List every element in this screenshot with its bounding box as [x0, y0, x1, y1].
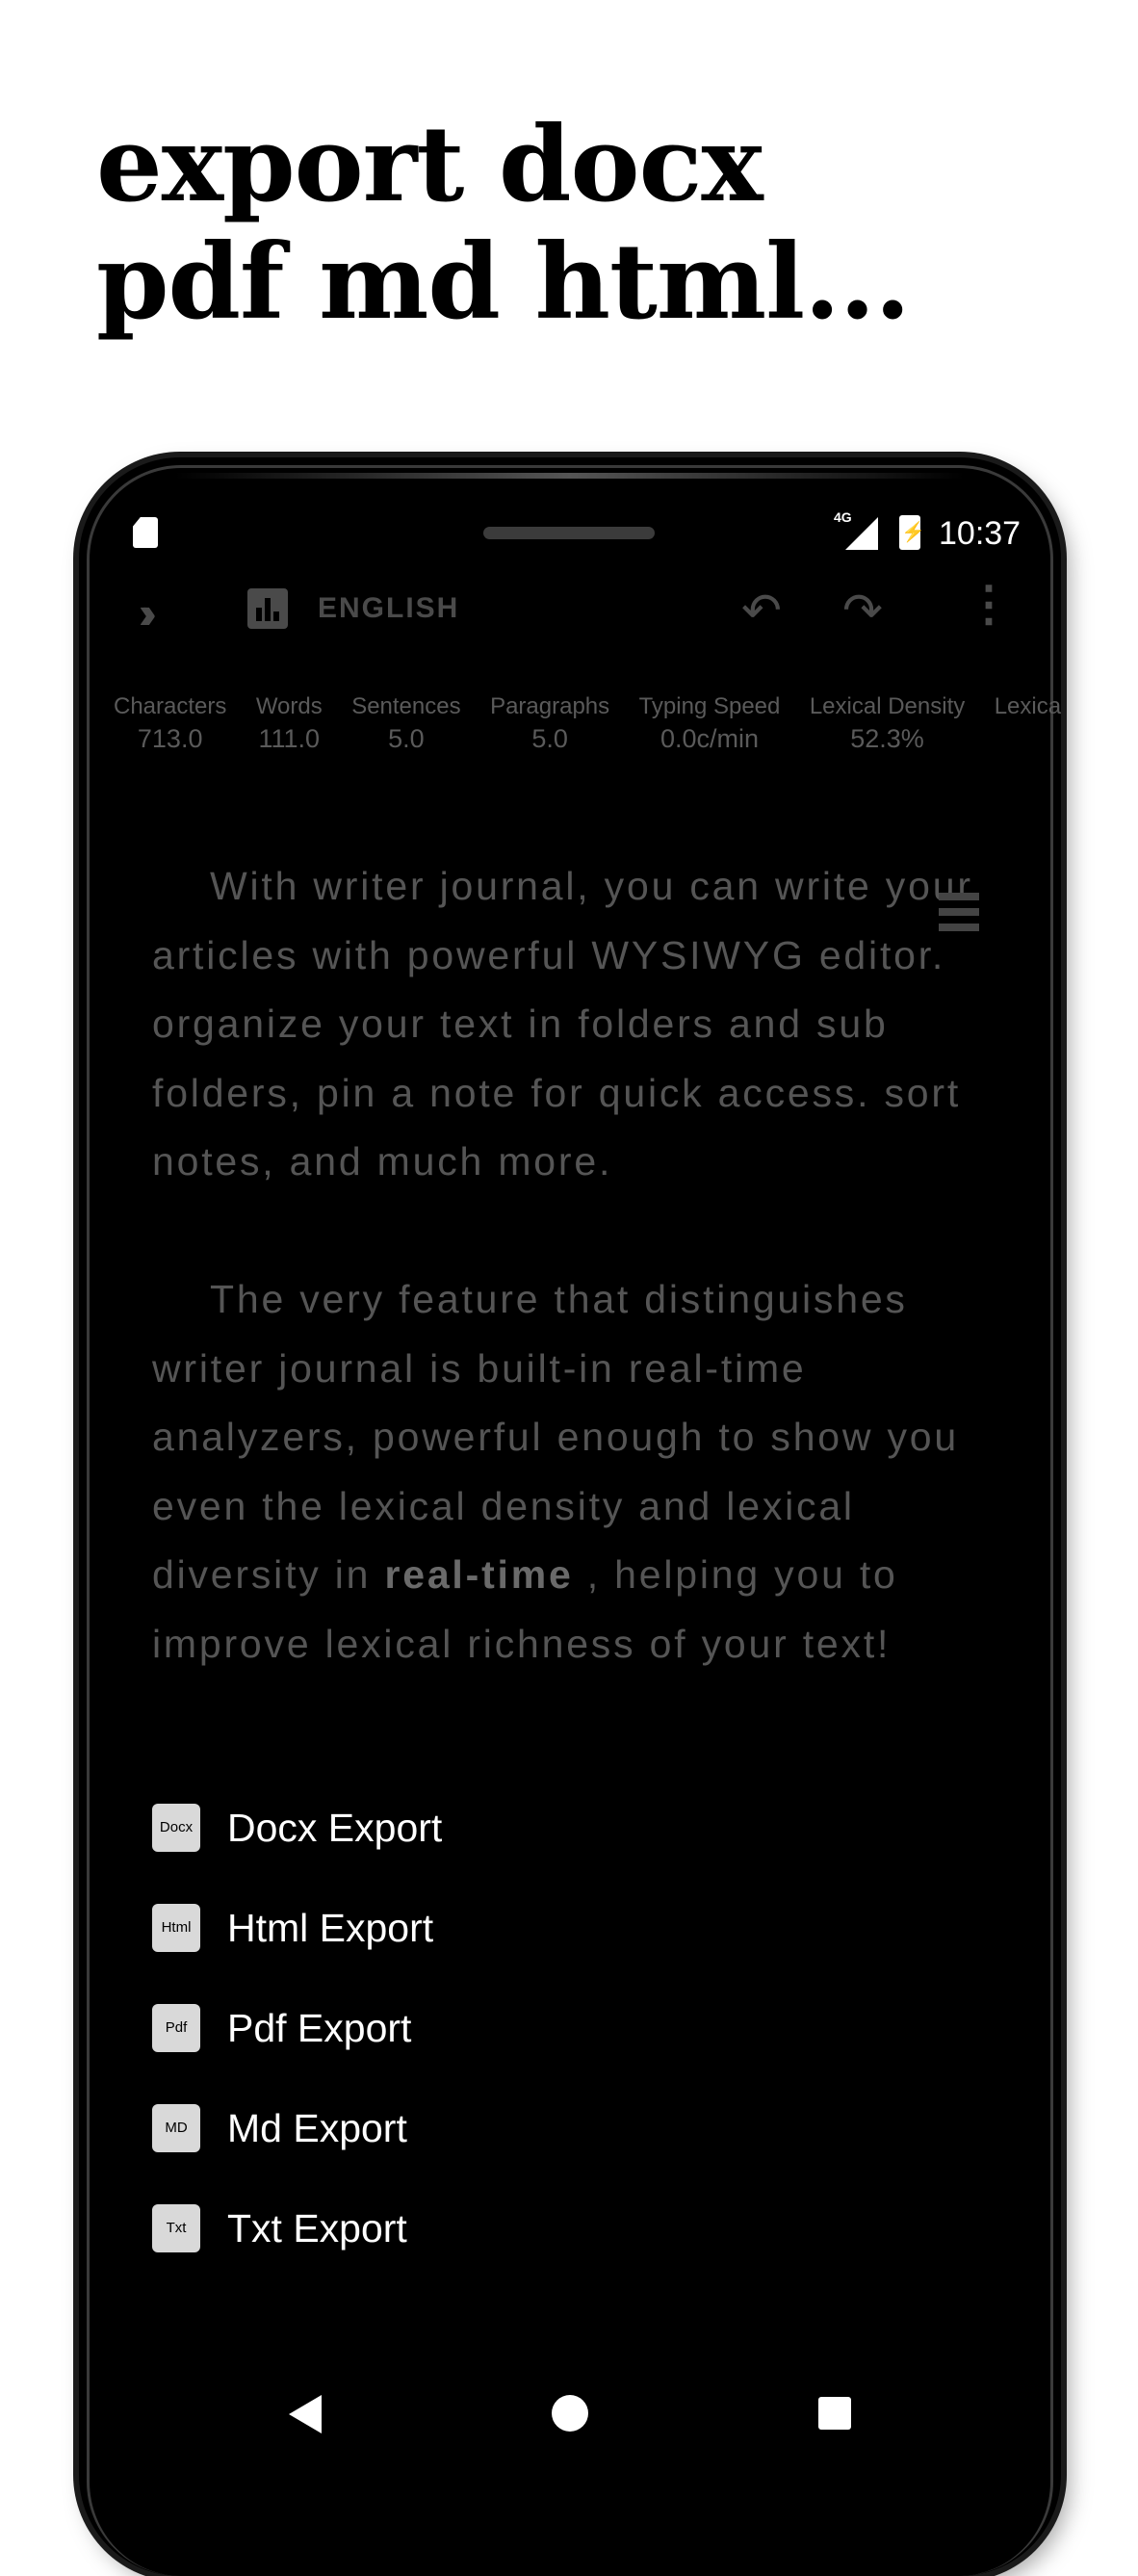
back-icon[interactable] — [289, 2395, 322, 2433]
headline-line-2: pdf md html... — [96, 221, 911, 343]
stat-words: Words 111.0 — [255, 693, 323, 753]
export-label: Txt Export — [227, 2206, 407, 2251]
md-icon: MD — [152, 2104, 200, 2152]
bezel-highlight — [175, 473, 965, 479]
html-icon: Html — [152, 1904, 200, 1952]
md-export-item[interactable]: MD Md Export — [152, 2104, 922, 2204]
editor-paragraph-2: The very feature that distinguishes writ… — [152, 1277, 960, 1666]
editor-toolbar: ›› ENGLISH ↶ ↷ ⋮ — [79, 563, 1061, 669]
status-bar: 4G 10:37 — [79, 496, 1061, 554]
stat-lexical-density: Lexical Density 52.3% — [809, 693, 966, 753]
sd-card-icon — [133, 517, 158, 548]
docx-export-item[interactable]: Docx Docx Export — [152, 1804, 922, 1904]
docx-icon: Docx — [152, 1804, 200, 1852]
stat-paragraphs: Paragraphs 5.0 — [490, 693, 610, 753]
battery-icon — [899, 515, 925, 550]
txt-icon: Txt — [152, 2204, 200, 2252]
redo-icon[interactable]: ↷ — [842, 583, 883, 638]
bold-text: real-time — [384, 1552, 574, 1597]
more-options-icon[interactable]: ⋮ — [965, 577, 1013, 631]
recents-icon[interactable] — [818, 2397, 851, 2430]
undo-icon[interactable]: ↶ — [741, 583, 782, 638]
stat-characters: Characters 713.0 — [114, 693, 227, 753]
home-icon[interactable] — [552, 2395, 588, 2432]
stats-icon[interactable] — [247, 588, 288, 629]
export-label: Docx Export — [227, 1806, 443, 1850]
network-type: 4G — [834, 509, 852, 525]
html-export-item[interactable]: Html Html Export — [152, 1904, 922, 2004]
editor-paragraph-1: With writer journal, you can write your … — [152, 864, 973, 1184]
export-label: Md Export — [227, 2106, 407, 2150]
status-time: 10:37 — [939, 515, 1022, 552]
txt-export-item[interactable]: Txt Txt Export — [152, 2204, 922, 2304]
headline-line-1: export docx — [96, 104, 763, 225]
phone-frame: 4G 10:37 ›› ENGLISH ↶ ↷ ⋮ Characters713.… — [79, 457, 1061, 2576]
promo-headline: export docx pdf md html... — [96, 106, 1059, 341]
language-selector[interactable]: ENGLISH — [318, 592, 459, 625]
stat-typing-speed: Typing Speed 0.0c/min — [638, 693, 781, 753]
stat-sentences: Sentences 5.0 — [351, 693, 461, 753]
stats-row[interactable]: Characters 713.0 Words 111.0 Sentences 5.0 … — [114, 693, 1061, 770]
navigation-bar — [79, 2395, 1061, 2472]
stat-lexical-diversity: Lexical Diversity4 — [994, 693, 1061, 719]
pdf-icon: Pdf — [152, 2004, 200, 2052]
pdf-export-item[interactable]: Pdf Pdf Export — [152, 2004, 922, 2104]
export-label: Pdf Export — [227, 2006, 412, 2050]
text-editor[interactable]: With writer journal, you can write your … — [152, 852, 990, 1707]
export-label: Html Export — [227, 1906, 434, 1950]
export-menu: Docx Docx Export Html Html Export Pdf Pd… — [152, 1804, 922, 2304]
drag-handle-icon[interactable] — [939, 893, 979, 935]
expand-menu-icon[interactable]: ›› — [139, 586, 156, 638]
